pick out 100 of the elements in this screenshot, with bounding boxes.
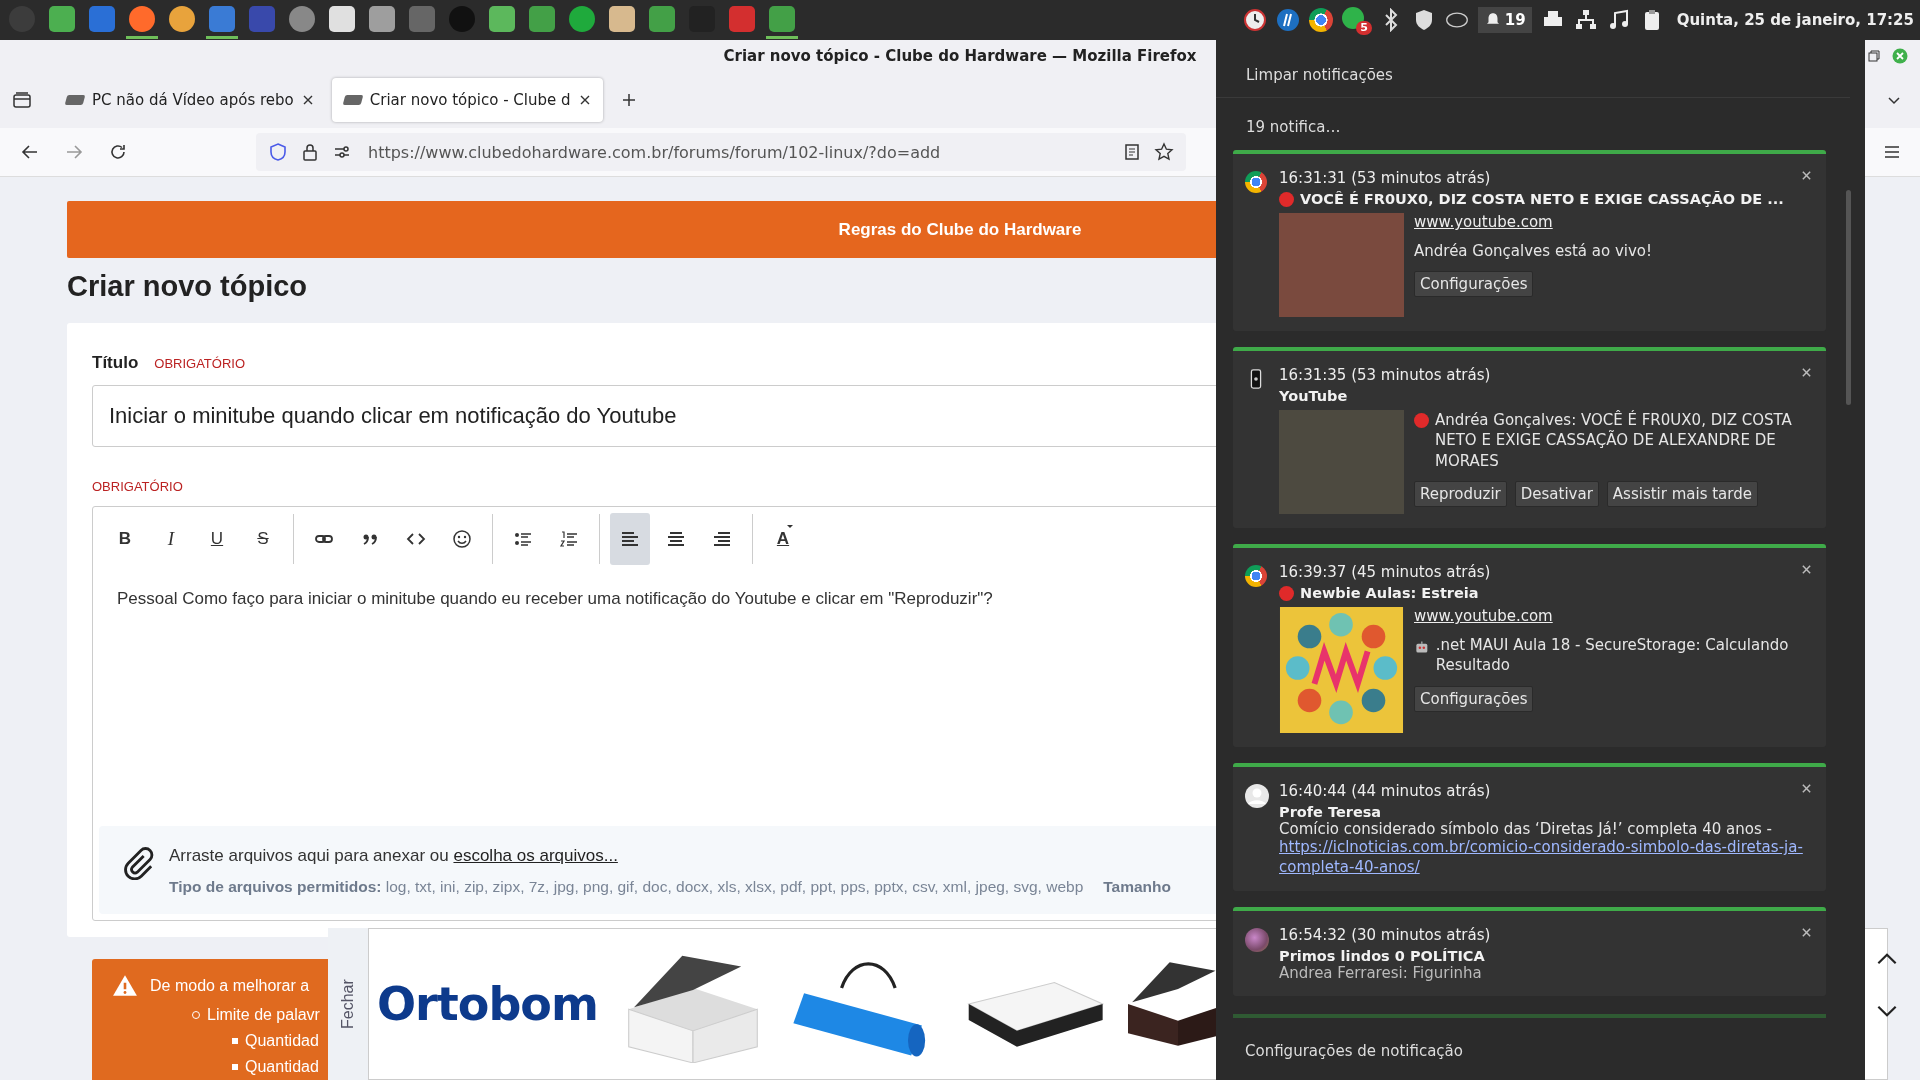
list-item-text: Quantidad xyxy=(245,1031,319,1051)
attachment-hint: Arraste arquivos aqui para anexar ou escolha os arquivos... xyxy=(169,846,619,866)
clock-icon[interactable] xyxy=(1242,8,1267,32)
close-ad-tab[interactable]: Fechar xyxy=(328,928,368,1080)
notification-time: 16:31:35 (53 minutos atrás) xyxy=(1279,366,1491,384)
notification-card[interactable]: 16:31:31 (53 minutos atrás) VOCÊ É FR0UX0, DIZ COSTA NETO E EXIGE CASSAÇÃO DE ... www.youtube.com Andréa Gonçalves está ao vivo! Configurações xyxy=(1233,150,1826,331)
file-types-text: Tipo de arquivos permitidos: log, txt, ini, zip, zipx, 7z, jpg, png, gif, doc, docx, xls, xlsx, pdf, ppt, pps, pptx, csv, xml, jpeg, svg, webp xyxy=(169,878,1084,896)
network-icon[interactable] xyxy=(1573,8,1598,32)
close-tab-icon[interactable] xyxy=(301,94,314,106)
notification-card[interactable]: 16:39:37 (45 minutos atrás) Newbie Aulas: Estreia www.youtube.com .net MAUI Aula 18 - SecureStorage: Calculando Resultado Configurações xyxy=(1233,544,1826,747)
align-left-icon xyxy=(620,529,640,549)
date-time[interactable]: Quinta, 25 de janeiro, 17:25 xyxy=(1676,11,1914,29)
choose-files-link[interactable]: escolha os arquivos... xyxy=(453,846,618,865)
text-color-button[interactable]: A xyxy=(763,513,803,565)
notification-action-button[interactable]: Desativar xyxy=(1514,480,1599,507)
close-icon[interactable] xyxy=(1801,367,1812,378)
site-favicon-icon xyxy=(64,95,86,105)
brand-logo: Ortobom xyxy=(377,977,598,1031)
live-dot-icon xyxy=(1279,585,1294,601)
underline-button[interactable]: U xyxy=(197,513,237,565)
bold-button[interactable]: B xyxy=(105,513,145,565)
flower-avatar-icon xyxy=(1245,928,1269,952)
avatar-icon xyxy=(1245,784,1269,808)
url-text: https://www.clubedohardware.com.br/forums/forum/102-linux/?do=add xyxy=(368,142,941,162)
close-icon[interactable] xyxy=(1801,564,1812,575)
page-heading: Criar novo tópico xyxy=(67,270,308,303)
notification-title: Newbie Aulas: Estreia xyxy=(1300,585,1479,601)
tab-title: Criar novo tópico - Clube d xyxy=(369,91,571,109)
tab-title: PC não dá Vídeo após rebo xyxy=(92,91,294,109)
post-body-text: Pessoal Como faço para iniciar o minitube quando eu receber uma notificação do Youtube e clicar em "Reproduzir"? xyxy=(117,589,993,609)
notification-time: 16:40:44 (44 minutos atrás) xyxy=(1279,782,1491,800)
app-icon xyxy=(729,5,755,32)
notification-time: 16:31:31 (53 minutos atrás) xyxy=(1279,169,1491,187)
tab-overview-icon[interactable] xyxy=(12,90,32,110)
notification-time: 16:39:37 (45 minutos atrás) xyxy=(1279,563,1491,581)
shield-icon[interactable] xyxy=(268,142,288,162)
notification-action-button[interactable]: Configurações xyxy=(1414,271,1534,298)
browser-tab[interactable]: PC não dá Vídeo após rebo xyxy=(54,78,326,122)
notification-body: .net MAUI Aula 18 - SecureStorage: Calculando Resultado xyxy=(1435,635,1790,676)
notification-title: Profe Teresa xyxy=(1279,804,1382,820)
notification-title: YouTube xyxy=(1279,388,1348,404)
warning-text: De modo a melhorar a xyxy=(150,976,310,996)
browser-logo-icon[interactable] xyxy=(1308,8,1333,32)
live-dot-icon xyxy=(1279,191,1294,207)
field-label: Título xyxy=(92,353,139,373)
article-link[interactable]: https://iclnoticias.com.br/comicio-considerado-simbolo-das-diretas-ja-completa-40-anos/ xyxy=(1279,838,1812,877)
notification-card[interactable]: 16:31:35 (53 minutos atrás) YouTube Andréa Gonçalves: VOCÊ É FR0UX0, DIZ COSTA NETO E EXIGE CASSAÇÃO DE ALEXANDRE DE MORAES Reproduzir Desativar Assistir mais tarde xyxy=(1233,347,1826,528)
paperclip-icon xyxy=(121,846,155,880)
align-right-icon xyxy=(712,529,732,549)
lock-icon[interactable] xyxy=(300,142,320,162)
clear-notifications-button[interactable]: Limpar notificações xyxy=(1216,40,1850,98)
bookmark-star-icon[interactable] xyxy=(1154,142,1174,162)
list-item-text: Limite de palavr xyxy=(207,1005,320,1025)
align-left-button[interactable] xyxy=(610,513,650,565)
strike-button[interactable]: S xyxy=(243,513,283,565)
app-icon xyxy=(569,5,595,32)
restore-window-icon[interactable] xyxy=(1866,48,1882,64)
close-icon[interactable] xyxy=(1801,783,1812,794)
notification-settings-button[interactable]: Configurações de notificação xyxy=(1233,1014,1826,1080)
scrollbar[interactable] xyxy=(1846,190,1851,405)
reload-icon[interactable] xyxy=(108,142,128,162)
source-link[interactable]: www.youtube.com xyxy=(1414,213,1653,231)
required-label: OBRIGATÓRIO xyxy=(92,479,183,494)
notification-action-button[interactable]: Reproduzir xyxy=(1414,480,1507,507)
notifications-button[interactable]: 19 xyxy=(1477,7,1532,33)
close-tab-icon[interactable] xyxy=(578,94,591,106)
browser-logo-icon xyxy=(1245,171,1267,193)
notification-action-button[interactable]: Configurações xyxy=(1414,685,1534,712)
notification-count: 19 notifica… xyxy=(1245,117,1342,138)
app-icon xyxy=(489,5,515,32)
notification-action-button[interactable]: Assistir mais tarde xyxy=(1606,480,1758,507)
smiley-icon xyxy=(452,529,472,549)
unread-badge: 5 xyxy=(1356,21,1372,35)
app-icon xyxy=(449,5,475,32)
align-center-icon xyxy=(666,529,686,549)
browser-tab[interactable]: Criar novo tópico - Clube d xyxy=(331,78,603,122)
window-title: Criar novo tópico - Clube do Hardware — Mozilla Firefox xyxy=(723,47,1197,65)
list-item-text: Quantidad xyxy=(245,1057,319,1077)
source-link[interactable]: www.youtube.com xyxy=(1414,607,1812,625)
notification-body: Andrea Ferraresi: Figurinha xyxy=(1279,964,1482,982)
bullet-icon xyxy=(232,1064,238,1070)
size-label: Tamanho xyxy=(1103,878,1172,896)
browser-logo-icon xyxy=(1245,565,1267,587)
notification-time: 16:54:32 (30 minutos atrás) xyxy=(1279,926,1491,944)
close-icon[interactable] xyxy=(1801,927,1812,938)
bullet-icon xyxy=(232,1038,238,1044)
live-dot-icon xyxy=(1414,413,1429,428)
numbered-list-icon xyxy=(559,529,579,549)
required-label: OBRIGATÓRIO xyxy=(154,356,246,371)
italic-button[interactable]: I xyxy=(151,513,191,565)
reader-view-icon[interactable] xyxy=(1122,142,1142,162)
notification-title: Primos lindos 0 POLÍTICA xyxy=(1279,948,1485,964)
warning-icon xyxy=(112,973,138,999)
notification-card[interactable]: 16:40:44 (44 minutos atrás) Profe Teresa Comício considerado símbolo das ‘Diretas Já!’ completa 40 anos - https://iclnoticias.com.br/comicio-considerado-simbolo-das-diretas-ja-completa-40-anos/ xyxy=(1233,763,1826,891)
site-favicon-icon xyxy=(342,95,364,105)
close-icon[interactable] xyxy=(1801,170,1812,181)
notification-body: Comício considerado símbolo das ‘Diretas Já!’ completa 40 anos - xyxy=(1279,820,1772,838)
new-tab-icon[interactable] xyxy=(620,92,637,108)
notification-card[interactable]: 16:54:32 (30 minutos atrás) Primos lindos 0 POLÍTICA Andrea Ferraresi: Figurinha xyxy=(1233,907,1826,996)
address-bar[interactable]: https://www.clubedohardware.com.br/forums/forum/102-linux/?do=add xyxy=(256,133,1186,171)
